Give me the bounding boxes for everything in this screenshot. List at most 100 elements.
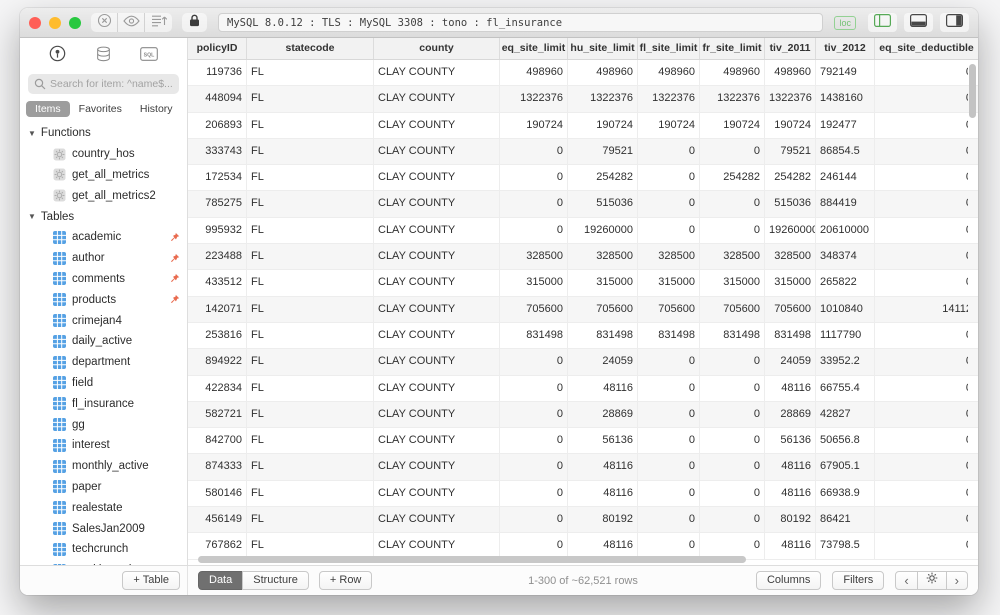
table-row[interactable]: 448094 FL CLAY COUNTY 1322376 1322376 13… (188, 86, 978, 112)
cell-fr_site_limit[interactable]: 1322376 (700, 86, 765, 111)
cell-eq_site_deductible[interactable]: 0 (875, 244, 968, 269)
cell-eq_site_deductible[interactable]: 0 (875, 218, 968, 243)
table-row[interactable]: 206893 FL CLAY COUNTY 190724 190724 1907… (188, 113, 978, 139)
cell-hu_site_limit[interactable]: 831498 (568, 323, 638, 348)
cell-fr_site_limit[interactable]: 254282 (700, 165, 765, 190)
column-header[interactable]: tiv_2011 (765, 38, 816, 59)
cell-eq_site_limit[interactable]: 0 (500, 376, 568, 401)
cell-fl_site_limit[interactable]: 328500 (638, 244, 700, 269)
cell-hu_site_limit[interactable]: 498960 (568, 60, 638, 85)
cell-tiv_2011[interactable]: 515036 (765, 191, 816, 216)
cell-eq_site_deductible[interactable]: 0 (875, 533, 968, 558)
cell-fl_site_limit[interactable]: 0 (638, 165, 700, 190)
cell-tiv_2012[interactable]: 265822 (816, 270, 875, 295)
cell-eq_site_deductible[interactable]: 0 (875, 270, 968, 295)
cell-policyID[interactable]: 767862 (188, 533, 247, 558)
sidebar-item-table[interactable]: crimejan4 (20, 310, 187, 331)
cell-statecode[interactable]: FL (247, 402, 374, 427)
cell-tiv_2012[interactable]: 792149 (816, 60, 875, 85)
cell-policyID[interactable]: 580146 (188, 481, 247, 506)
cell-county[interactable]: CLAY COUNTY (374, 533, 500, 558)
tab-favorites[interactable]: Favorites (70, 101, 131, 117)
cell-fr_site_limit[interactable]: 190724 (700, 113, 765, 138)
tab-items[interactable]: Items (26, 101, 70, 117)
table-row[interactable]: 422834 FL CLAY COUNTY 0 48116 0 0 48116 … (188, 376, 978, 402)
cell-fl_site_limit[interactable]: 0 (638, 428, 700, 453)
cell-hu_site_limit[interactable]: 48116 (568, 376, 638, 401)
cell-policyID[interactable]: 448094 (188, 86, 247, 111)
cell-hu_site_limit[interactable]: 79521 (568, 139, 638, 164)
cell-hu_site_limit[interactable]: 48116 (568, 533, 638, 558)
cell-tiv_2011[interactable]: 79521 (765, 139, 816, 164)
cell-fl_site_limit[interactable]: 0 (638, 481, 700, 506)
column-header[interactable]: tiv_2012 (816, 38, 875, 59)
ssl-lock-button[interactable] (182, 13, 207, 32)
cell-eq_site_limit[interactable]: 190724 (500, 113, 568, 138)
cell-tiv_2012[interactable]: 348374 (816, 244, 875, 269)
sidebar-item-table[interactable]: techcrunch (20, 539, 187, 560)
cell-fl_site_limit[interactable]: 705600 (638, 297, 700, 322)
table-row[interactable]: 995932 FL CLAY COUNTY 0 19260000 0 0 192… (188, 218, 978, 244)
cell-fl_site_limit[interactable]: 0 (638, 376, 700, 401)
tab-structure[interactable]: Structure (242, 571, 309, 590)
cell-tiv_2011[interactable]: 328500 (765, 244, 816, 269)
cell-tiv_2012[interactable]: 1438160 (816, 86, 875, 111)
cell-tiv_2011[interactable]: 254282 (765, 165, 816, 190)
cell-tiv_2011[interactable]: 80192 (765, 507, 816, 532)
search-input[interactable] (28, 74, 179, 94)
cell-county[interactable]: CLAY COUNTY (374, 244, 500, 269)
cell-statecode[interactable]: FL (247, 481, 374, 506)
cell-fr_site_limit[interactable]: 0 (700, 428, 765, 453)
cell-eq_site_limit[interactable]: 0 (500, 507, 568, 532)
cell-eq_site_deductible[interactable]: 0 (875, 454, 968, 479)
sidebar-item-function[interactable]: get_all_metrics2 (20, 185, 187, 206)
cell-policyID[interactable]: 995932 (188, 218, 247, 243)
cell-eq_site_limit[interactable]: 498960 (500, 60, 568, 85)
cell-tiv_2012[interactable]: 33952.2 (816, 349, 875, 374)
column-header[interactable]: hu_site_limit (568, 38, 638, 59)
cell-tiv_2011[interactable]: 315000 (765, 270, 816, 295)
database-icon[interactable] (95, 46, 112, 67)
cell-statecode[interactable]: FL (247, 507, 374, 532)
cell-eq_site_deductible[interactable]: 0 (875, 60, 968, 85)
cell-statecode[interactable]: FL (247, 323, 374, 348)
cell-eq_site_deductible[interactable]: 0 (875, 428, 968, 453)
cell-fl_site_limit[interactable]: 0 (638, 402, 700, 427)
cell-county[interactable]: CLAY COUNTY (374, 376, 500, 401)
cell-hu_site_limit[interactable]: 328500 (568, 244, 638, 269)
cell-county[interactable]: CLAY COUNTY (374, 428, 500, 453)
cell-fl_site_limit[interactable]: 0 (638, 507, 700, 532)
previous-page-button[interactable]: ‹ (895, 571, 917, 590)
cell-county[interactable]: CLAY COUNTY (374, 191, 500, 216)
cell-hu_site_limit[interactable]: 24059 (568, 349, 638, 374)
cell-fl_site_limit[interactable]: 1322376 (638, 86, 700, 111)
column-header[interactable]: statecode (247, 38, 374, 59)
table-row[interactable]: 582721 FL CLAY COUNTY 0 28869 0 0 28869 … (188, 402, 978, 428)
cell-eq_site_limit[interactable]: 0 (500, 191, 568, 216)
cell-eq_site_deductible[interactable]: 0 (875, 191, 968, 216)
cell-policyID[interactable]: 456149 (188, 507, 247, 532)
cell-fr_site_limit[interactable]: 0 (700, 376, 765, 401)
cell-fl_site_limit[interactable]: 498960 (638, 60, 700, 85)
column-header[interactable]: eq_site_deductible (875, 38, 978, 59)
cell-policyID[interactable]: 842700 (188, 428, 247, 453)
cell-eq_site_limit[interactable]: 0 (500, 218, 568, 243)
cell-tiv_2011[interactable]: 1322376 (765, 86, 816, 111)
sidebar-item-table[interactable]: comments (20, 269, 187, 290)
cell-statecode[interactable]: FL (247, 60, 374, 85)
cell-eq_site_deductible[interactable]: 0 (875, 349, 968, 374)
close-window-button[interactable] (29, 17, 41, 29)
cell-hu_site_limit[interactable]: 19260000 (568, 218, 638, 243)
cell-tiv_2011[interactable]: 28869 (765, 402, 816, 427)
page-settings-button[interactable] (917, 571, 947, 590)
column-header[interactable]: county (374, 38, 500, 59)
disconnect-button[interactable] (91, 13, 118, 32)
cell-fr_site_limit[interactable]: 0 (700, 349, 765, 374)
cell-hu_site_limit[interactable]: 80192 (568, 507, 638, 532)
cell-fr_site_limit[interactable]: 0 (700, 454, 765, 479)
sidebar-item-table[interactable]: fl_insurance (20, 393, 187, 414)
sidebar-item-table[interactable]: monthly_active (20, 456, 187, 477)
cell-tiv_2011[interactable]: 48116 (765, 533, 816, 558)
table-row[interactable]: 172534 FL CLAY COUNTY 0 254282 0 254282 … (188, 165, 978, 191)
cell-fr_site_limit[interactable]: 0 (700, 218, 765, 243)
